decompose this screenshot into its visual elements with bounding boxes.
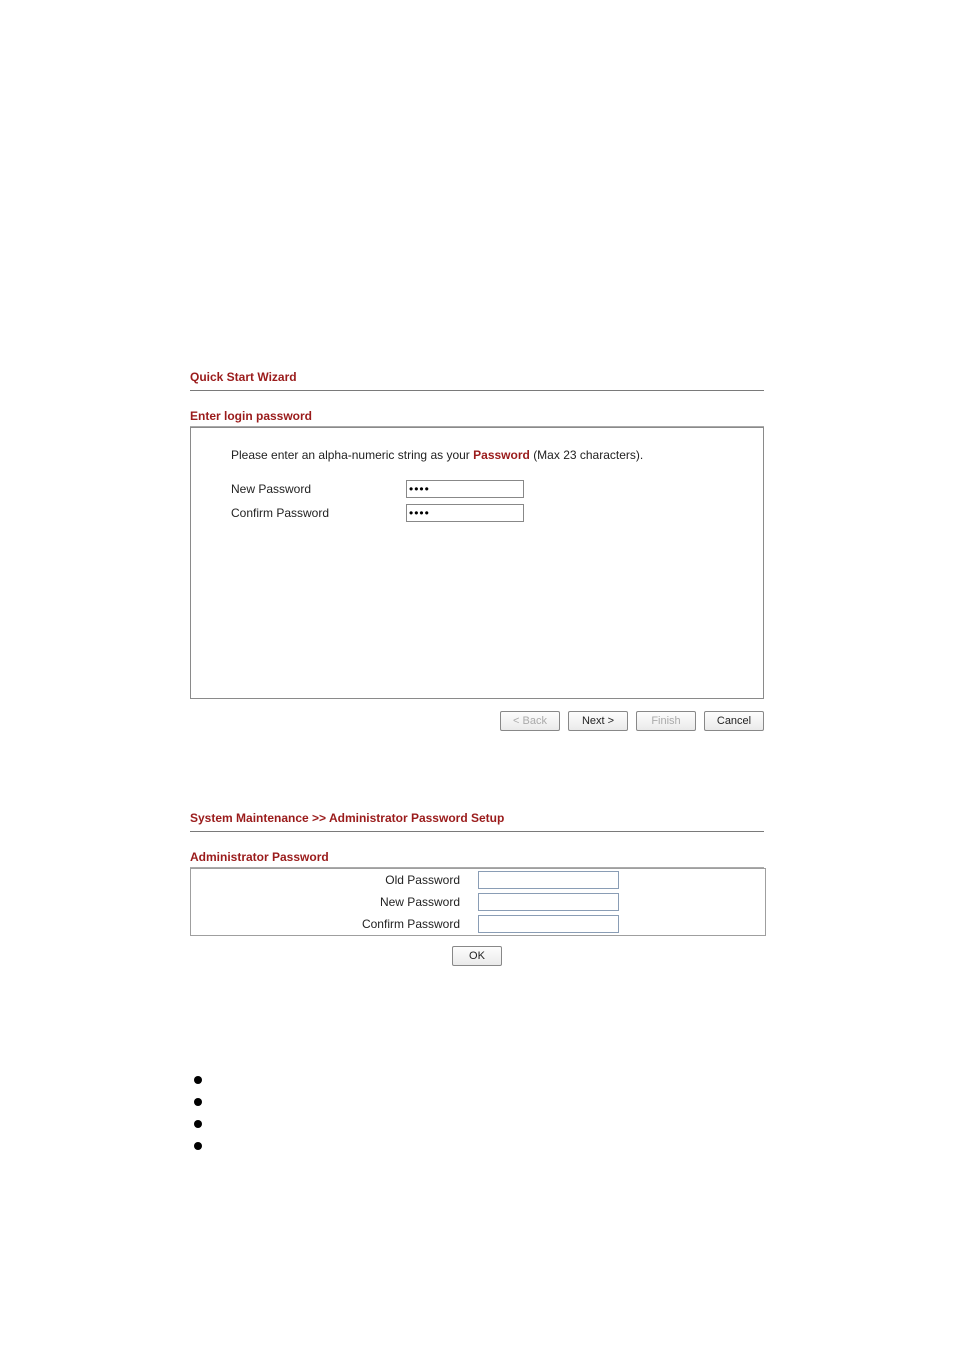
admin-confirm-password-row: Confirm Password <box>191 913 765 935</box>
divider <box>190 390 764 391</box>
finish-button: Finish <box>636 711 696 731</box>
bullet-icon <box>194 1098 202 1106</box>
admin-new-password-row: New Password <box>191 891 765 913</box>
admin-new-password-label: New Password <box>191 895 478 909</box>
bullet-item <box>190 1076 764 1084</box>
bullet-icon <box>194 1076 202 1084</box>
instruction-post: (Max 23 characters). <box>533 448 643 462</box>
instruction-bold: Password <box>473 448 530 462</box>
wizard-instruction: Please enter an alpha-numeric string as … <box>231 448 723 462</box>
bullet-item <box>190 1142 764 1150</box>
bullet-list <box>190 1076 764 1150</box>
back-button: < Back <box>500 711 560 731</box>
confirm-password-row: Confirm Password <box>231 504 723 522</box>
old-password-label: Old Password <box>191 873 478 887</box>
bullet-icon <box>194 1142 202 1150</box>
new-password-row: New Password <box>231 480 723 498</box>
divider <box>190 831 764 832</box>
bullet-item <box>190 1120 764 1128</box>
ok-button-row: OK <box>190 946 764 966</box>
instruction-pre: Please enter an alpha-numeric string as … <box>231 448 473 462</box>
old-password-row: Old Password <box>191 869 765 891</box>
quick-start-wizard: Quick Start Wizard Enter login password … <box>190 370 764 731</box>
confirm-password-label: Confirm Password <box>231 506 406 520</box>
admin-confirm-password-label: Confirm Password <box>191 917 478 931</box>
wizard-title: Quick Start Wizard <box>190 370 764 384</box>
cancel-button[interactable]: Cancel <box>704 711 764 731</box>
new-password-input[interactable] <box>406 480 524 498</box>
admin-new-password-input[interactable] <box>478 893 619 911</box>
old-password-input[interactable] <box>478 871 619 889</box>
confirm-password-input[interactable] <box>406 504 524 522</box>
admin-password-setup: System Maintenance >> Administrator Pass… <box>190 811 764 966</box>
next-button[interactable]: Next > <box>568 711 628 731</box>
admin-breadcrumb: System Maintenance >> Administrator Pass… <box>190 811 764 825</box>
wizard-subtitle: Enter login password <box>190 409 764 423</box>
ok-button[interactable]: OK <box>452 946 502 966</box>
bullet-item <box>190 1098 764 1106</box>
admin-confirm-password-input[interactable] <box>478 915 619 933</box>
new-password-label: New Password <box>231 482 406 496</box>
bullet-icon <box>194 1120 202 1128</box>
wizard-form-box: Please enter an alpha-numeric string as … <box>190 427 764 699</box>
admin-section-title: Administrator Password <box>190 850 764 864</box>
wizard-button-bar: < Back Next > Finish Cancel <box>190 711 764 731</box>
admin-form-box: Old Password New Password Confirm Passwo… <box>190 868 766 936</box>
